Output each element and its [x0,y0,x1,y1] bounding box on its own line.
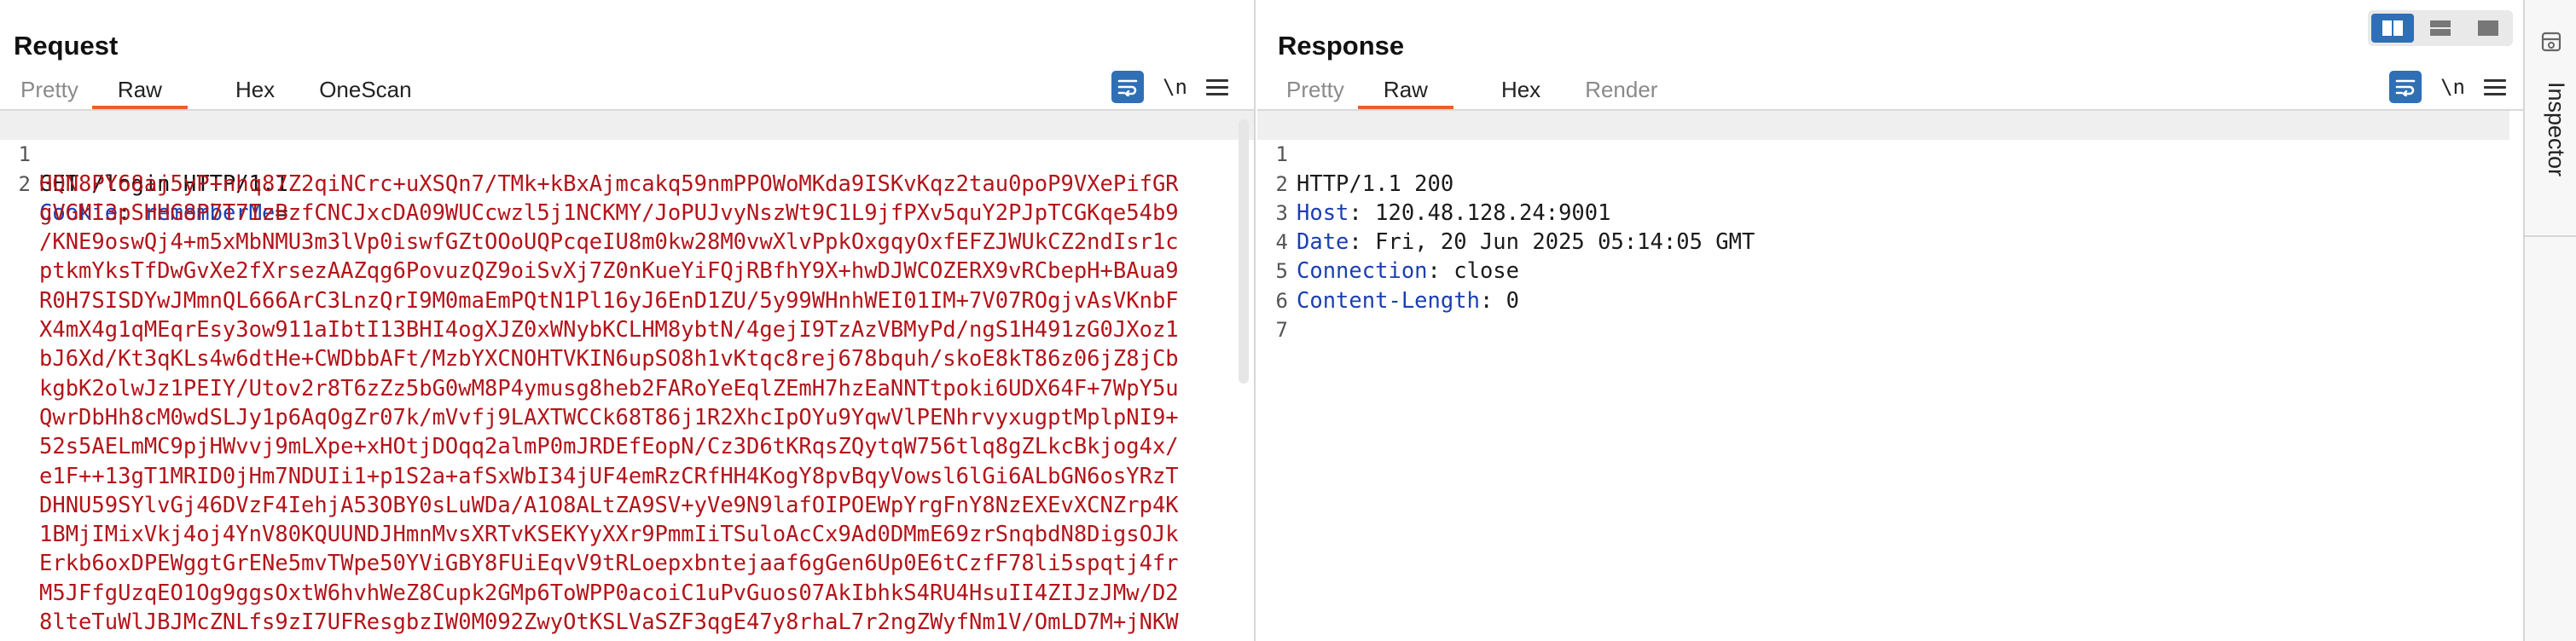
code-line: 7 [1257,286,2509,342]
code-line: 8lteTuWlJBJMcZNLfs9zI7UFResgbzIW0M092Zwy… [0,608,1254,637]
inspector-sidebar: Inspector [2523,0,2576,641]
request-editor[interactable]: 1 GET /login HTTP/1.1 2 Cookie: remember… [0,111,1254,641]
code-line: M5JFfgUzqEO1Og9ggsOxtW6hvhWeZ8Cupk2GMp6T… [0,579,1254,608]
show-newlines-button[interactable]: \n [2440,75,2465,99]
cookie-value-line: DHNU59SYlvGj46DVzF4IehjA53OBY0sLuWDa/A1O… [39,492,1179,518]
code-line: bJ6Xd/Kt3qKLs4w6dtHe+CWDbbAFt/MzbYXCNOHT… [0,344,1254,373]
request-toolbar: \n [1111,70,1228,104]
response-tab-pretty[interactable]: Pretty [1286,72,1344,109]
menu-icon[interactable] [2484,78,2506,95]
request-scrollbar[interactable] [1239,119,1249,384]
layout-tabs-icon[interactable] [2467,14,2509,43]
response-tab-raw[interactable]: Raw [1357,72,1453,109]
cookie-value-line: HQN8PY68aj5yP+nhq87Z2qiNCrc+uXSQn7/TMk+k… [39,170,1179,197]
code-line: Erkb6oxDPEWggtGrENe5mvTWpe50YViGBY8FUiEq… [0,549,1254,578]
show-newlines-button[interactable]: \n [1163,75,1187,99]
line-number: 7 [1275,318,1288,343]
cookie-value-line: kgbK2olwJz1PEIY/Utov2r8T6zZz5bG0wM8P4ymu… [39,375,1179,401]
cookie-value-line: QwrDbHh8cM0wdSLJy1p6AqOgZr07k/mVvfj9LAXT… [39,404,1179,430]
request-tab-hex[interactable]: Hex [235,72,275,109]
cookie-value-line: 1BMjIMixVkj4oj4YnV80KQUUNDJHmnMvsXRTvKSE… [39,522,1179,548]
request-title: Request [14,31,119,61]
layout-stacked-icon[interactable] [2419,14,2462,43]
code-line: gVGMI3pSHHG8P7T7IzBzfCNCJxcDA09WUCcwzl5j… [0,199,1254,228]
word-wrap-icon[interactable] [2389,71,2422,103]
code-line: /KNE9oswQj4+m5xMbNMU3m3lVp0iswfGZtOOoUQP… [0,228,1254,257]
cookie-value-line: e1F++13gT1MRID0jHm7NDUIi1+p1S2a+afSxWbI3… [39,463,1179,489]
code-line: 52s5AELmMC9pjHWvvj9mLXpe+xHOtjDOqq2almP0… [0,432,1254,461]
word-wrap-icon[interactable] [1111,71,1145,103]
request-tabs: Pretty Raw Hex OneScan [20,72,412,109]
cookie-value-line: /KNE9oswQj4+m5xMbNMU3m3lVp0iswfGZtOOoUQP… [39,229,1179,256]
code-line: 4 Connection: close [1257,199,2509,284]
cookie-value-line: M5JFfgUzqEO1Og9ggsOxtW6hvhWeZ8Cupk2GMp6T… [39,580,1179,606]
code-line: QwrDbHh8cM0wdSLJy1p6AqOgZr07k/mVvfj9LAXT… [0,403,1254,432]
cookie-value-line: 8lteTuWlJBJMcZNLfs9zI7UFResgbzIW0M092Zwy… [39,609,1179,636]
code-line: e1F++13gT1MRID0jHm7NDUIi1+p1S2a+afSxWbI3… [0,462,1254,491]
code-line: 2 Host: 120.48.128.24:9001 [1257,140,2509,226]
cookie-value-block: HQN8PY68aj5yP+nhq87Z2qiNCrc+uXSQn7/TMk+k… [0,170,1254,638]
response-tab-hex[interactable]: Hex [1501,72,1540,109]
code-line: 6 [1257,257,2509,313]
response-tab-render[interactable]: Render [1585,72,1657,109]
request-pane: Request Pretty Raw Hex OneScan \n 1 GET … [0,0,1256,641]
code-line: 1BMjIMixVkj4oj4YnV80KQUUNDJHmnMvsXRTvKSE… [0,520,1254,549]
cookie-value-line: bJ6Xd/Kt3qKLs4w6dtHe+CWDbbAFt/MzbYXCNOHT… [39,346,1179,372]
inspector-tab[interactable]: Inspector [2535,82,2569,218]
inspector-toggle-icon[interactable] [2540,31,2562,53]
code-line: kgbK2olwJz1PEIY/Utov2r8T6zZz5bG0wM8P4ymu… [0,374,1254,403]
code-line: X4mX4g1qMEqrEsy3ow911aIbtI13BHI4ogXJZ0xW… [0,315,1254,344]
code-line: 1 HTTP/1.1 200 [1257,111,2509,197]
layout-toggle-group [2368,10,2513,46]
code-line: 2 Cookie: rememberMe= [0,140,1254,226]
cookie-value-line: gVGMI3pSHHG8P7T7IzBzfCNCJxcDA09WUCcwzl5j… [39,199,1179,226]
code-line: ptkmYksTfDwGvXe2fXrsezAAZqg6PovuzQZ9oiSv… [0,257,1254,286]
request-tab-raw[interactable]: Raw [91,72,188,109]
cookie-value-line: ptkmYksTfDwGvXe2fXrsezAAZqg6PovuzQZ9oiSv… [39,258,1179,285]
cookie-value-line: 52s5AELmMC9pjHWvvj9mLXpe+xHOtjDOqq2almP0… [39,434,1179,460]
response-pane: Response Pretty Raw Hex Render \n 1 HTTP… [1257,0,2523,641]
cookie-value-line: R0H7SISDYwJMmnQL666ArC3LnzQrI9M0maEmPQtN… [39,287,1179,314]
code-line: 1 GET /login HTTP/1.1 [0,111,1254,197]
code-line: HQN8PY68aj5yP+nhq87Z2qiNCrc+uXSQn7/TMk+k… [0,170,1254,199]
response-editor[interactable]: 1 HTTP/1.1 200 2 Host: 120.48.128.24:900… [1257,111,2509,641]
code-line: DHNU59SYlvGj46DVzF4IehjA53OBY0sLuWDa/A1O… [0,491,1254,520]
response-title: Response [1278,31,1405,61]
code-line: 5 Content-Length: 0 [1257,228,2509,313]
menu-icon[interactable] [1206,78,1228,95]
response-tabs: Pretty Raw Hex Render [1286,72,1657,109]
inspector-divider [2525,235,2576,237]
request-tab-pretty[interactable]: Pretty [20,72,78,109]
cookie-value-line: Erkb6oxDPEWggtGrENe5mvTWpe50YViGBY8FUiEq… [39,551,1179,577]
code-line: 3 Date: Fri, 20 Jun 2025 05:14:05 GMT [1257,170,2509,255]
response-toolbar: \n [2389,70,2506,104]
code-line: R0H7SISDYwJMmnQL666ArC3LnzQrI9M0maEmPQtN… [0,286,1254,315]
layout-side-by-side-icon[interactable] [2371,14,2414,43]
cookie-value-line: X4mX4g1qMEqrEsy3ow911aIbtI13BHI4ogXJZ0xW… [39,317,1179,344]
request-tab-onescan[interactable]: OneScan [319,72,411,109]
